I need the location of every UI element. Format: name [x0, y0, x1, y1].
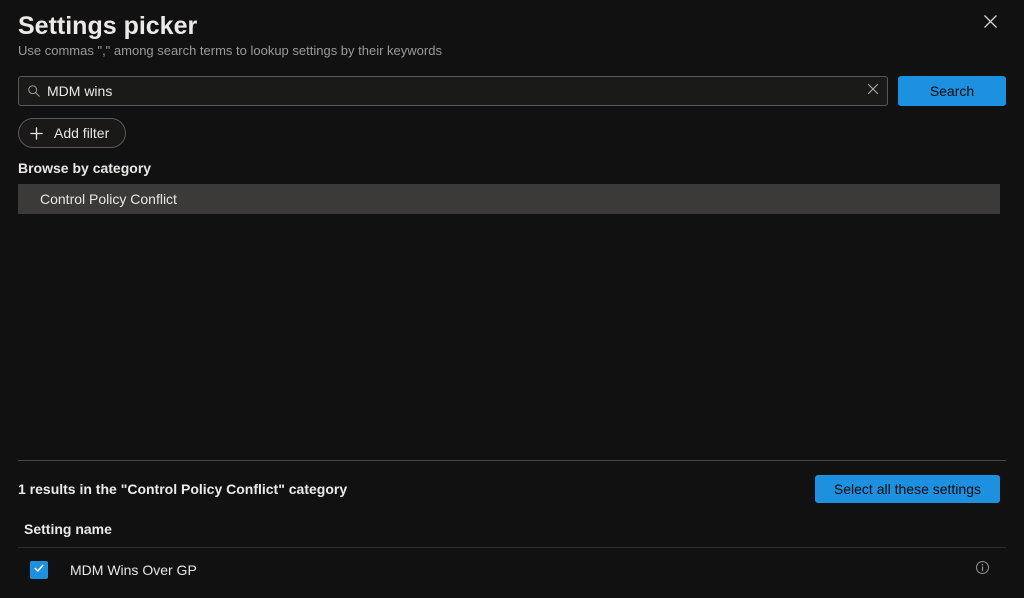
setting-checkbox[interactable] — [30, 561, 48, 579]
search-button[interactable]: Search — [898, 76, 1006, 106]
category-row[interactable]: Control Policy Conflict — [18, 184, 1000, 214]
setting-label: MDM Wins Over GP — [70, 562, 197, 578]
select-all-button[interactable]: Select all these settings — [815, 475, 1000, 503]
setting-row[interactable]: MDM Wins Over GP — [18, 548, 1006, 592]
search-button-label: Search — [930, 83, 974, 99]
add-filter-button[interactable]: Add filter — [18, 118, 126, 148]
close-icon — [867, 82, 879, 100]
search-icon — [27, 84, 41, 98]
column-header: Setting name — [18, 521, 1006, 537]
clear-search-button[interactable] — [867, 82, 879, 100]
close-button[interactable] — [980, 14, 1000, 34]
browse-heading: Browse by category — [18, 160, 1006, 176]
category-label: Control Policy Conflict — [40, 191, 177, 207]
panel-subtitle: Use commas "," among search terms to loo… — [18, 43, 1006, 58]
info-icon — [975, 560, 990, 580]
close-icon — [983, 14, 998, 34]
check-icon — [33, 561, 45, 579]
add-filter-label: Add filter — [54, 125, 109, 141]
results-summary: 1 results in the "Control Policy Conflic… — [18, 481, 347, 497]
divider — [18, 460, 1006, 461]
settings-picker-panel: Settings picker Use commas "," among sea… — [0, 0, 1024, 598]
search-box[interactable] — [18, 76, 888, 106]
select-all-label: Select all these settings — [834, 481, 981, 497]
panel-title: Settings picker — [18, 12, 1006, 41]
info-button[interactable] — [975, 560, 990, 580]
plus-icon — [29, 126, 44, 141]
search-row: Search — [18, 76, 1006, 106]
results-area: 1 results in the "Control Policy Conflic… — [0, 460, 1024, 598]
results-header: 1 results in the "Control Policy Conflic… — [18, 475, 1006, 503]
search-input[interactable] — [41, 83, 867, 99]
